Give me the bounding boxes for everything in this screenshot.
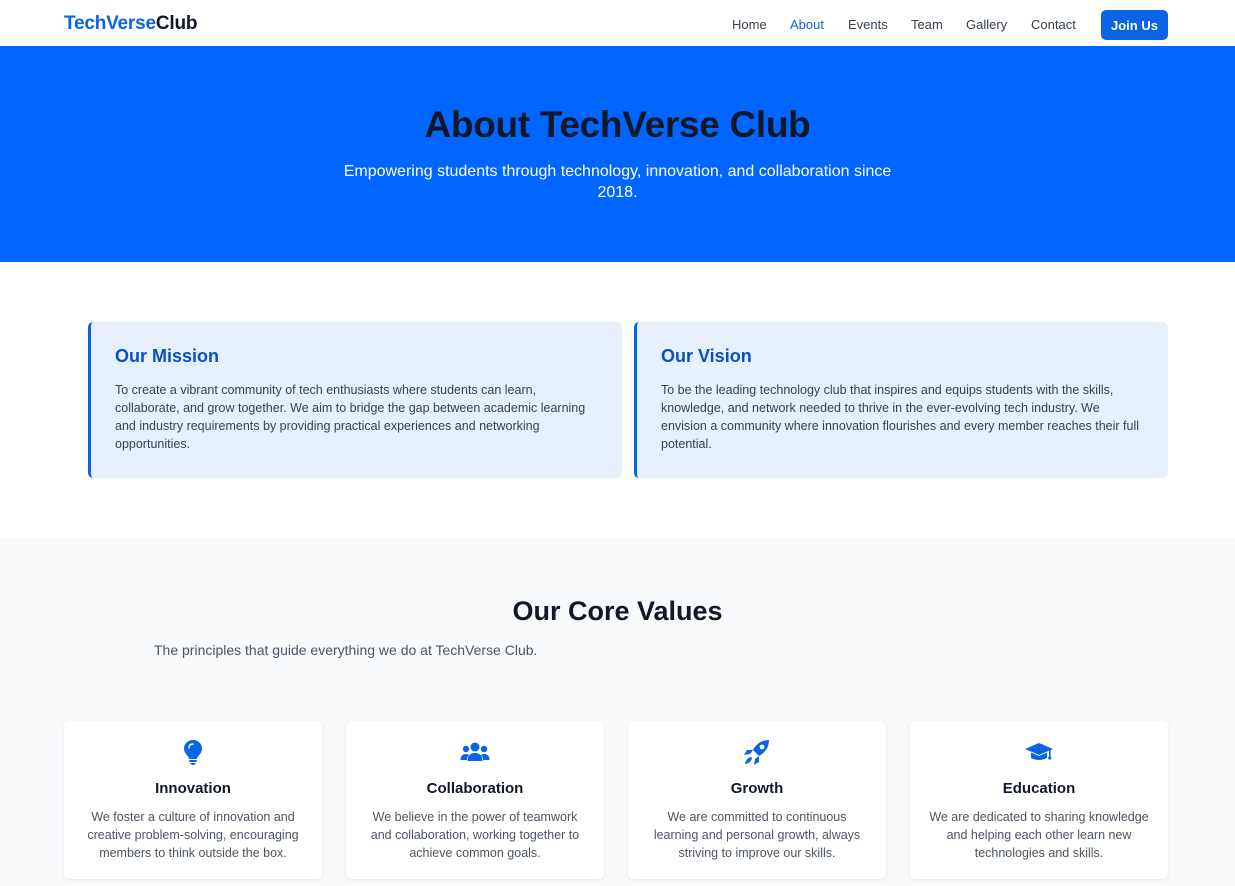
nav-link-contact[interactable]: Contact	[1031, 17, 1076, 32]
hero-subtitle: Empowering students through technology, …	[343, 163, 892, 201]
value-card-collaboration: Collaboration We believe in the power of…	[346, 721, 604, 879]
brand-name-part2: Club	[155, 13, 198, 34]
mission-card: Our Mission To create a vibrant communit…	[88, 322, 622, 478]
core-values-subtitle: The principles that guide everything we …	[154, 642, 538, 658]
nav-link-home[interactable]: Home	[732, 17, 767, 32]
value-text: We foster a culture of innovation and cr…	[87, 810, 299, 860]
nav-link-events[interactable]: Events	[848, 17, 888, 32]
value-title: Education	[1002, 780, 1076, 797]
value-title: Growth	[730, 780, 784, 797]
join-us-button[interactable]: Join Us	[1101, 10, 1168, 40]
page-title: About TechVerse Club	[424, 104, 811, 145]
brand-logo[interactable]: TechVerseClub	[64, 13, 197, 35]
nav-link-team[interactable]: Team	[911, 17, 943, 32]
brand-name-part1: TechVerse	[64, 13, 156, 34]
value-card-growth: Growth We are committed to continuous le…	[628, 721, 886, 879]
value-text: We are dedicated to sharing knowledge an…	[929, 810, 1149, 860]
value-title: Collaboration	[426, 780, 524, 797]
value-card-education: Education We are dedicated to sharing kn…	[910, 721, 1168, 879]
core-values-title: Our Core Values	[512, 596, 723, 626]
vision-title: Our Vision	[661, 346, 752, 366]
value-title: Innovation	[155, 780, 231, 797]
mission-title: Our Mission	[115, 346, 220, 366]
navbar: TechVerseClub Home About Events Team Gal…	[0, 0, 1235, 46]
nav-link-gallery[interactable]: Gallery	[966, 17, 1007, 32]
users-icon	[346, 737, 604, 767]
graduation-cap-icon	[910, 737, 1168, 767]
hero-banner: About TechVerse Club Empowering students…	[0, 46, 1235, 262]
vision-text: To be the leading technology club that i…	[661, 383, 1140, 451]
value-text: We are committed to continuous learning …	[653, 810, 861, 860]
core-values-section: Our Core Values The principles that guid…	[0, 538, 1235, 886]
value-text: We believe in the power of teamwork and …	[370, 810, 580, 860]
mission-text: To create a vibrant community of tech en…	[115, 383, 586, 451]
nav-link-about[interactable]: About	[790, 17, 824, 32]
vision-card: Our Vision To be the leading technology …	[634, 322, 1168, 478]
value-card-innovation: Innovation We foster a culture of innova…	[64, 721, 322, 879]
rocket-icon	[628, 737, 886, 767]
lightbulb-icon	[64, 737, 322, 767]
